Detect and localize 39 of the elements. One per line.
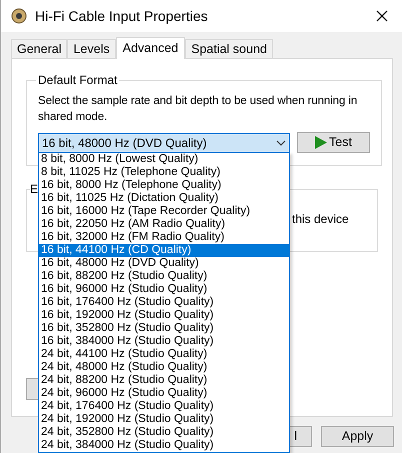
group-label: Default Format: [37, 72, 118, 89]
dropdown-option[interactable]: 8 bit, 8000 Hz (Lowest Quality): [39, 153, 289, 166]
dropdown-option[interactable]: 16 bit, 192000 Hz (Studio Quality): [39, 309, 289, 322]
tab[interactable]: Advanced: [116, 37, 186, 59]
dropdown-option[interactable]: 16 bit, 384000 Hz (Studio Quality): [39, 335, 289, 348]
dropdown-option[interactable]: 16 bit, 22050 Hz (AM Radio Quality): [39, 218, 289, 231]
option-text: this device: [292, 212, 349, 226]
dropdown-option[interactable]: 24 bit, 192000 Hz (Studio Quality): [39, 413, 289, 426]
dropdown-option[interactable]: 16 bit, 352800 Hz (Studio Quality): [39, 322, 289, 335]
apply-button[interactable]: Apply: [321, 426, 394, 447]
speaker-icon: [11, 8, 27, 24]
dropdown-option[interactable]: 16 bit, 44100 Hz (CD Quality): [39, 244, 289, 257]
dropdown-option[interactable]: 8 bit, 11025 Hz (Telephone Quality): [39, 166, 289, 179]
dropdown-option[interactable]: 24 bit, 44100 Hz (Studio Quality): [39, 348, 289, 361]
group-label: E: [30, 181, 38, 198]
tab[interactable]: Spatial sound: [185, 39, 273, 58]
dropdown-option[interactable]: 16 bit, 16000 Hz (Tape Recorder Quality): [39, 205, 289, 218]
dropdown-option[interactable]: 24 bit, 176400 Hz (Studio Quality): [39, 400, 289, 413]
description-text: Select the sample rate and bit depth to be used when running in shared mode.: [38, 94, 358, 125]
dropdown-option[interactable]: 24 bit, 88200 Hz (Studio Quality): [39, 374, 289, 387]
dropdown-option[interactable]: 24 bit, 48000 Hz (Studio Quality): [39, 361, 289, 374]
dropdown-option[interactable]: 16 bit, 32000 Hz (FM Radio Quality): [39, 231, 289, 244]
dropdown-option[interactable]: 24 bit, 384000 Hz (Studio Quality): [39, 439, 289, 452]
tab[interactable]: Levels: [67, 39, 116, 58]
dropdown-option[interactable]: 24 bit, 96000 Hz (Studio Quality): [39, 387, 289, 400]
tab[interactable]: General: [11, 39, 68, 58]
play-icon: [315, 136, 328, 149]
dropdown-option[interactable]: 16 bit, 96000 Hz (Studio Quality): [39, 283, 289, 296]
dropdown-option[interactable]: 16 bit, 11025 Hz (Dictation Quality): [39, 192, 289, 205]
format-combo[interactable]: 16 bit, 48000 Hz (DVD Quality): [38, 132, 290, 152]
dropdown-option[interactable]: 16 bit, 48000 Hz (DVD Quality): [39, 257, 289, 270]
window-title: Hi-Fi Cable Input Properties: [35, 6, 208, 26]
dropdown-option[interactable]: 16 bit, 176400 Hz (Studio Quality): [39, 296, 289, 309]
dropdown-option[interactable]: 16 bit, 88200 Hz (Studio Quality): [39, 270, 289, 283]
dropdown-option[interactable]: 24 bit, 352800 Hz (Studio Quality): [39, 426, 289, 439]
chevron-icon: [276, 140, 286, 146]
close-icon[interactable]: [376, 10, 388, 22]
test-button[interactable]: Test: [297, 132, 370, 153]
dropdown-option[interactable]: 16 bit, 8000 Hz (Telephone Quality): [39, 179, 289, 192]
